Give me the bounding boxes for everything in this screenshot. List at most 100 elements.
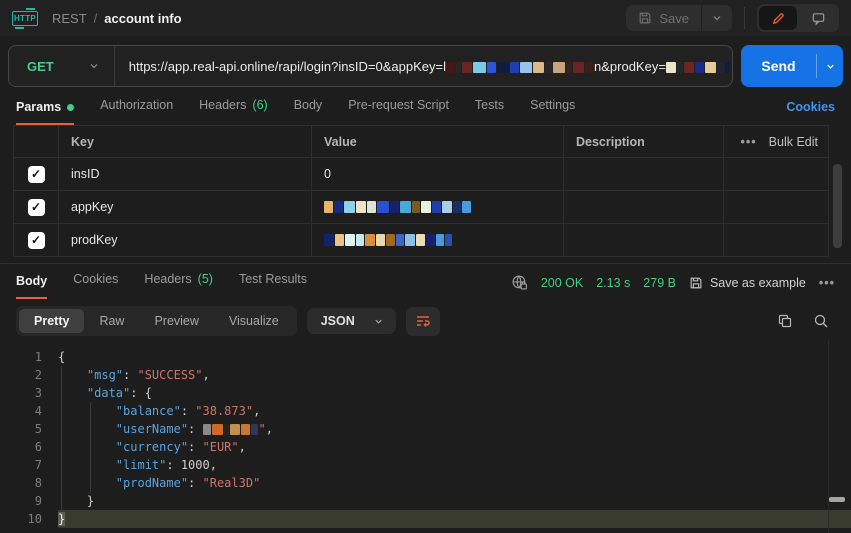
- send-button[interactable]: Send: [741, 45, 816, 87]
- code-token: "limit": [116, 458, 167, 472]
- breadcrumb-separator: /: [94, 11, 98, 26]
- redacted-pixel-block: [545, 62, 552, 73]
- param-key-appkey[interactable]: appKey: [58, 191, 311, 223]
- redacted-pixel-block: [365, 234, 375, 246]
- checkbox-prodkey[interactable]: ✓: [28, 232, 45, 249]
- response-more-options-icon[interactable]: •••: [819, 276, 835, 290]
- tab-params[interactable]: Params: [16, 100, 74, 125]
- params-active-dot: [67, 104, 74, 111]
- params-header-value: Value: [311, 126, 563, 157]
- checkbox-appkey[interactable]: ✓: [28, 199, 45, 216]
- cookies-link[interactable]: Cookies: [786, 100, 835, 125]
- wrap-text-button[interactable]: [406, 307, 440, 336]
- tab-tests-label: Tests: [475, 98, 504, 112]
- code-token: "SUCCESS": [137, 368, 202, 382]
- code-token: : {: [130, 386, 152, 400]
- response-tab-body[interactable]: Body: [16, 274, 47, 299]
- tab-tests[interactable]: Tests: [475, 98, 504, 125]
- copy-icon[interactable]: [777, 313, 793, 329]
- network-globe-lock-icon[interactable]: [511, 274, 528, 291]
- code-token: [58, 440, 116, 454]
- view-visualize-tab[interactable]: Visualize: [214, 309, 294, 333]
- line-content: }: [58, 492, 851, 510]
- response-time[interactable]: 2.13 s: [596, 276, 630, 290]
- response-size[interactable]: 279 B: [643, 276, 676, 290]
- code-token: [58, 476, 116, 490]
- tab-body[interactable]: Body: [294, 98, 323, 125]
- param-bulk-insid: [723, 158, 830, 190]
- code-line: 6 "currency": "EUR",: [12, 438, 851, 456]
- response-tab-headers[interactable]: Headers (5): [144, 272, 213, 299]
- redacted-pixel-block: [377, 201, 389, 213]
- param-value-appkey-redacted[interactable]: [311, 191, 563, 223]
- checkbox-insid[interactable]: ✓: [28, 166, 45, 183]
- redacted-pixel-block: [553, 62, 565, 73]
- param-description-appkey[interactable]: [563, 191, 723, 223]
- code-token: ,: [253, 404, 260, 418]
- line-number: 8: [12, 474, 42, 492]
- tab-headers[interactable]: Headers (6): [199, 98, 268, 125]
- response-tab-test-results[interactable]: Test Results: [239, 272, 307, 299]
- param-description-insid[interactable]: [563, 158, 723, 190]
- redacted-pixel-block: [251, 424, 258, 435]
- code-token: [58, 422, 116, 436]
- tab-authorization[interactable]: Authorization: [100, 98, 173, 125]
- redacted-pixel-block: [334, 201, 343, 213]
- save-as-example-button[interactable]: Save as example: [689, 276, 806, 290]
- view-pretty-tab[interactable]: Pretty: [19, 309, 84, 333]
- comments-button[interactable]: [799, 6, 837, 30]
- code-token: }: [58, 512, 65, 526]
- status-badge[interactable]: 200 OK: [541, 276, 583, 290]
- line-number: 7: [12, 456, 42, 474]
- view-raw-tab[interactable]: Raw: [84, 309, 139, 333]
- line-number: 9: [12, 492, 42, 510]
- format-selector[interactable]: JSON: [307, 308, 396, 334]
- line-content: "limit": 1000,: [58, 456, 851, 474]
- params-scrollbar[interactable]: [833, 164, 842, 248]
- line-number: 5: [12, 420, 42, 438]
- method-selector[interactable]: GET: [9, 59, 114, 74]
- rest-client-window: HTTP REST / account info Save: [0, 0, 851, 533]
- param-value-insid[interactable]: 0: [311, 158, 563, 190]
- code-token: [58, 368, 87, 382]
- code-token: :: [188, 422, 202, 436]
- code-line: 10}: [12, 510, 851, 528]
- redacted-pixel-block: [203, 424, 211, 435]
- breadcrumb-collection[interactable]: REST: [52, 11, 87, 26]
- more-options-icon[interactable]: •••: [741, 135, 757, 149]
- breadcrumb-request-title[interactable]: account info: [104, 11, 181, 26]
- search-icon[interactable]: [813, 313, 829, 329]
- redacted-pixel-block: [390, 201, 399, 213]
- send-options-button[interactable]: [817, 45, 843, 87]
- http-request-icon: HTTP: [12, 11, 38, 26]
- tab-headers-label: Headers: [199, 98, 246, 112]
- bulk-edit-button[interactable]: Bulk Edit: [769, 135, 818, 149]
- url-input[interactable]: https://app.real-api.online/rapi/login?i…: [115, 59, 732, 74]
- save-button[interactable]: Save: [626, 5, 701, 31]
- response-tab-cookies[interactable]: Cookies: [73, 272, 118, 299]
- response-tab-headers-label: Headers: [144, 272, 191, 286]
- code-line: 9 }: [12, 492, 851, 510]
- tab-prerequest-script[interactable]: Pre-request Script: [348, 98, 449, 125]
- redacted-pixel-block: [386, 234, 395, 246]
- param-description-prodkey[interactable]: [563, 224, 723, 256]
- code-token: "Real3D": [203, 476, 261, 490]
- line-content: "prodName": "Real3D": [58, 474, 851, 492]
- param-key-prodkey[interactable]: prodKey: [58, 224, 311, 256]
- view-preview-tab[interactable]: Preview: [139, 309, 213, 333]
- save-floppy-icon: [638, 11, 652, 25]
- param-value-prodkey-redacted[interactable]: [311, 224, 563, 256]
- edit-request-button[interactable]: [759, 6, 797, 30]
- topbar-divider: [744, 7, 745, 29]
- param-key-insid[interactable]: insID: [58, 158, 311, 190]
- code-scrollbar-thumb[interactable]: [829, 497, 845, 502]
- params-header-bulk: ••• Bulk Edit: [723, 126, 830, 157]
- tab-settings[interactable]: Settings: [530, 98, 575, 125]
- save-options-button[interactable]: [702, 5, 732, 31]
- format-label: JSON: [321, 314, 355, 328]
- code-token: {: [58, 350, 65, 364]
- code-line: 5 "userName": ",: [12, 420, 851, 438]
- code-token: "data": [87, 386, 130, 400]
- response-body-viewer[interactable]: 1{2 "msg": "SUCCESS",3 "data": {4 "balan…: [0, 342, 851, 528]
- request-bar: GET https://app.real-api.online/rapi/log…: [8, 45, 843, 87]
